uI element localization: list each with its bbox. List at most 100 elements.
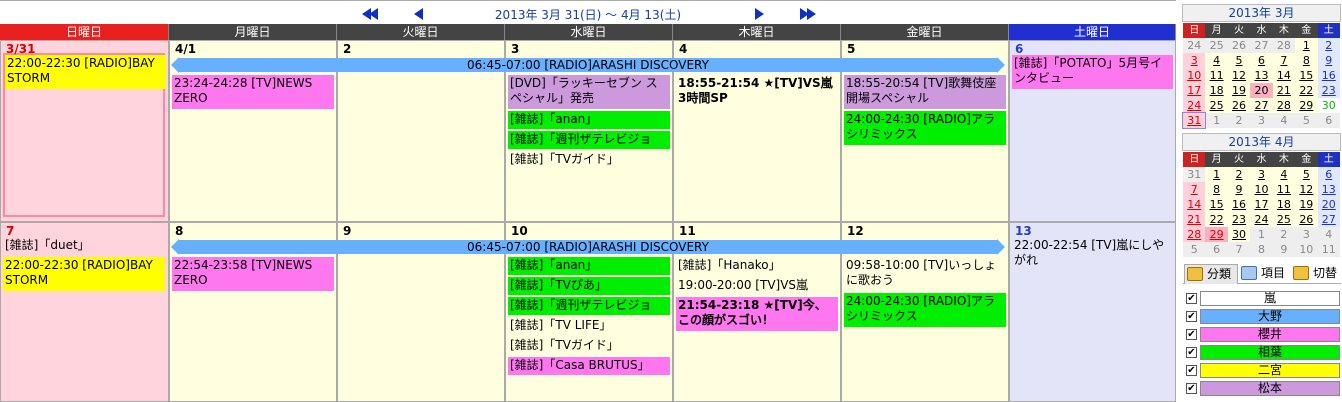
mini-day[interactable]: 18	[1272, 197, 1296, 212]
event[interactable]: 24:00-24:30 [RADIO]アラシリミックス	[844, 293, 1006, 327]
mini-day[interactable]: 29	[1205, 227, 1228, 242]
mini-day[interactable]: 20	[1317, 197, 1340, 212]
day-cell-0407[interactable]: 7 [雑誌]「duet」 22:00-22:30 [RADIO]BAY STOR…	[0, 222, 169, 402]
event[interactable]: 22:54-23:58 [TV]NEWS ZERO	[172, 257, 334, 291]
event[interactable]: 19:00-20:00 [TV]VS嵐	[676, 277, 838, 295]
mini-day[interactable]: 9	[1227, 182, 1251, 197]
event[interactable]: [雑誌]「週刊ザテレビジョン」	[508, 131, 670, 149]
mini-day[interactable]: 11	[1205, 68, 1228, 83]
mini-day[interactable]: 27	[1317, 212, 1340, 227]
member-filter[interactable]: ✔ 二宮	[1182, 362, 1341, 379]
mini-day[interactable]: 21	[1183, 212, 1206, 227]
event[interactable]: 18:55-20:54 [TV]歌舞伎座開場スペシャル	[844, 75, 1006, 109]
event[interactable]: [雑誌]「POTATO」5月号インタビュー	[1012, 55, 1173, 89]
mini-day[interactable]: 24	[1250, 212, 1273, 227]
mini-day[interactable]: 27	[1250, 98, 1273, 113]
mini-day[interactable]: 19	[1295, 197, 1318, 212]
event[interactable]: [雑誌]「Casa BRUTUS」	[508, 357, 670, 375]
member-filter[interactable]: ✔ 大野	[1182, 308, 1341, 325]
mini-day[interactable]: 8	[1205, 182, 1228, 197]
mini-day[interactable]: 6	[1250, 53, 1273, 68]
filter-checkbox[interactable]: ✔	[1186, 365, 1197, 376]
event[interactable]: [雑誌]「週刊ザテレビジョン」	[508, 297, 670, 315]
mini-day[interactable]: 19	[1227, 83, 1251, 98]
mini-day[interactable]: 24	[1183, 98, 1206, 113]
mini-day[interactable]: 28	[1272, 98, 1296, 113]
mini-day[interactable]: 4	[1272, 167, 1296, 182]
member-filter[interactable]: ✔ 嵐	[1182, 290, 1341, 307]
member-filter[interactable]: ✔ 櫻井	[1182, 326, 1341, 343]
mini-day[interactable]: 28	[1183, 227, 1206, 242]
mini-day[interactable]: 14	[1183, 197, 1206, 212]
mini-day[interactable]: 21	[1272, 83, 1296, 98]
mini-day[interactable]: 30	[1227, 227, 1251, 242]
mini-day[interactable]: 22	[1295, 83, 1318, 98]
prev-week-icon[interactable]	[414, 8, 423, 20]
mini-day[interactable]: 2	[1317, 38, 1340, 53]
day-cell-0406[interactable]: 6 [雑誌]「POTATO」5月号インタビュー	[1009, 40, 1176, 222]
mini-day[interactable]: 23	[1317, 83, 1340, 98]
mini-day[interactable]: 16	[1227, 197, 1251, 212]
filter-checkbox[interactable]: ✔	[1186, 383, 1197, 394]
tab-item[interactable]: 項目	[1239, 264, 1291, 284]
filter-checkbox[interactable]: ✔	[1186, 347, 1197, 358]
mini-day[interactable]: 6	[1317, 167, 1340, 182]
mini-day[interactable]: 5	[1295, 167, 1318, 182]
event[interactable]: [雑誌]「anan」	[508, 111, 670, 129]
tab-category[interactable]: 分類	[1184, 264, 1238, 284]
event[interactable]: [雑誌]「duet」	[3, 237, 165, 255]
mini-day[interactable]: 15	[1295, 68, 1318, 83]
mini-day[interactable]: 7	[1183, 182, 1206, 197]
tab-switch[interactable]: 切替	[1291, 264, 1341, 284]
event[interactable]: 23:24-24:28 [TV]NEWS ZERO	[172, 75, 334, 109]
mini-day[interactable]: 10	[1250, 182, 1273, 197]
mini-day[interactable]: 13	[1317, 182, 1340, 197]
mini-day[interactable]: 29	[1295, 98, 1318, 113]
mini-day[interactable]: 18	[1205, 83, 1228, 98]
event[interactable]: [雑誌]「Hanako」	[676, 257, 838, 275]
mini-day[interactable]: 17	[1183, 83, 1206, 98]
event[interactable]: [雑誌]「TVガイド」	[508, 337, 670, 355]
event[interactable]: 22:00-22:54 [TV]嵐にしやがれ	[1012, 237, 1173, 271]
mini-day[interactable]: 4	[1205, 53, 1228, 68]
mini-day[interactable]: 23	[1227, 212, 1251, 227]
mini-day[interactable]: 7	[1272, 53, 1296, 68]
mini-calendar-title-april[interactable]: 2013年 4月	[1182, 133, 1341, 151]
day-cell-0331[interactable]: 3/31 22:00-22:30 [RADIO]BAY STORM	[0, 40, 169, 222]
mini-day[interactable]: 1	[1295, 38, 1318, 53]
mini-day[interactable]: 31	[1181, 112, 1207, 129]
event[interactable]: 22:00-22:30 [RADIO]BAY STORM	[3, 257, 165, 291]
event[interactable]: 24:00-24:30 [RADIO]アラシリミックス	[844, 111, 1006, 145]
event[interactable]: [雑誌]「TVぴあ」	[508, 277, 670, 295]
mini-day[interactable]: 20	[1250, 83, 1273, 98]
mini-day[interactable]: 1	[1205, 167, 1228, 182]
event[interactable]: 21:54-23:18 ★[TV]今、この顔がスゴい！	[676, 297, 838, 331]
mini-day[interactable]: 15	[1205, 197, 1228, 212]
multi-day-event-banner[interactable]: 06:45-07:00 [RADIO]ARASHI DISCOVERY	[171, 239, 1005, 255]
mini-day[interactable]: 8	[1295, 53, 1318, 68]
mini-day[interactable]: 22	[1205, 212, 1228, 227]
event[interactable]: [雑誌]「anan」	[508, 257, 670, 275]
event[interactable]: 18:55-21:54 ★[TV]VS嵐3時間SP	[676, 75, 838, 109]
mini-day[interactable]: 3	[1183, 53, 1206, 68]
mini-day[interactable]: 16	[1317, 68, 1340, 83]
mini-day[interactable]: 26	[1295, 212, 1318, 227]
mini-day[interactable]: 26	[1227, 98, 1251, 113]
prev-month-icon-b[interactable]	[369, 8, 378, 20]
mini-day[interactable]: 10	[1183, 68, 1206, 83]
multi-day-event-banner[interactable]: 06:45-07:00 [RADIO]ARASHI DISCOVERY	[171, 57, 1005, 73]
mini-day[interactable]: 2	[1227, 167, 1251, 182]
event[interactable]: 09:58-10:00 [TV]いっしょに歌おう	[844, 257, 1006, 291]
mini-day[interactable]: 12	[1295, 182, 1318, 197]
event[interactable]: [雑誌]「TV LIFE」	[508, 317, 670, 335]
event[interactable]: [雑誌]「TVガイド」	[508, 151, 670, 169]
member-filter[interactable]: ✔ 相葉	[1182, 344, 1341, 361]
mini-day[interactable]: 5	[1227, 53, 1251, 68]
filter-checkbox[interactable]: ✔	[1186, 293, 1197, 304]
filter-checkbox[interactable]: ✔	[1186, 311, 1197, 322]
day-cell-0413[interactable]: 13 22:00-22:54 [TV]嵐にしやがれ	[1009, 222, 1176, 402]
mini-calendar-title-march[interactable]: 2013年 3月	[1182, 4, 1341, 22]
mini-day[interactable]: 11	[1272, 182, 1296, 197]
mini-day[interactable]: 25	[1205, 98, 1228, 113]
next-month-icon-b[interactable]	[807, 8, 816, 20]
